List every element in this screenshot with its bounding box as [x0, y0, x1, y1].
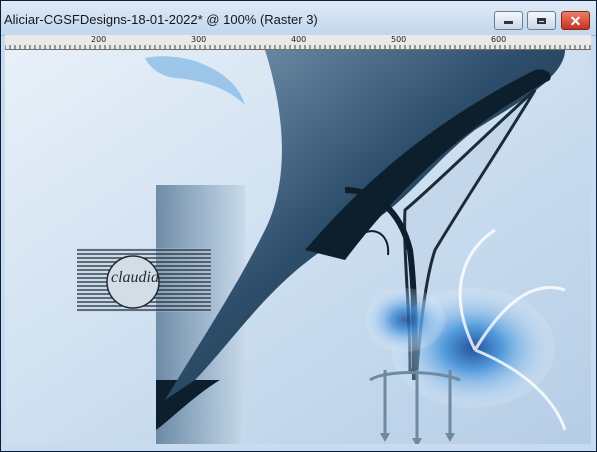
title-bar[interactable]: Aliciar-CGSFDesigns-18-01-2022* @ 100% (…	[1, 1, 596, 36]
minimize-button[interactable]	[494, 11, 523, 30]
image-canvas[interactable]: claudia	[5, 50, 591, 444]
ruler-label-500: 500	[391, 35, 407, 44]
ruler-label-400: 400	[291, 35, 307, 44]
image-window: Aliciar-CGSFDesigns-18-01-2022* @ 100% (…	[0, 0, 597, 452]
ruler-label-200: 200	[91, 35, 107, 44]
horizontal-ruler: 200 300 400 500 600	[4, 35, 591, 50]
ruler-label-600: 600	[491, 35, 507, 44]
close-icon: ✕	[569, 12, 582, 29]
artwork: claudia	[5, 50, 591, 444]
flower-small	[365, 288, 445, 352]
minimize-icon	[504, 21, 513, 24]
maximize-button[interactable]	[527, 11, 556, 30]
watermark-text: claudia	[111, 269, 159, 286]
watermark: claudia	[77, 248, 211, 312]
maximize-icon	[537, 17, 546, 24]
ruler-label-300: 300	[191, 35, 207, 44]
window-title: Aliciar-CGSFDesigns-18-01-2022* @ 100% (…	[4, 12, 318, 27]
close-button[interactable]: ✕	[561, 11, 590, 30]
